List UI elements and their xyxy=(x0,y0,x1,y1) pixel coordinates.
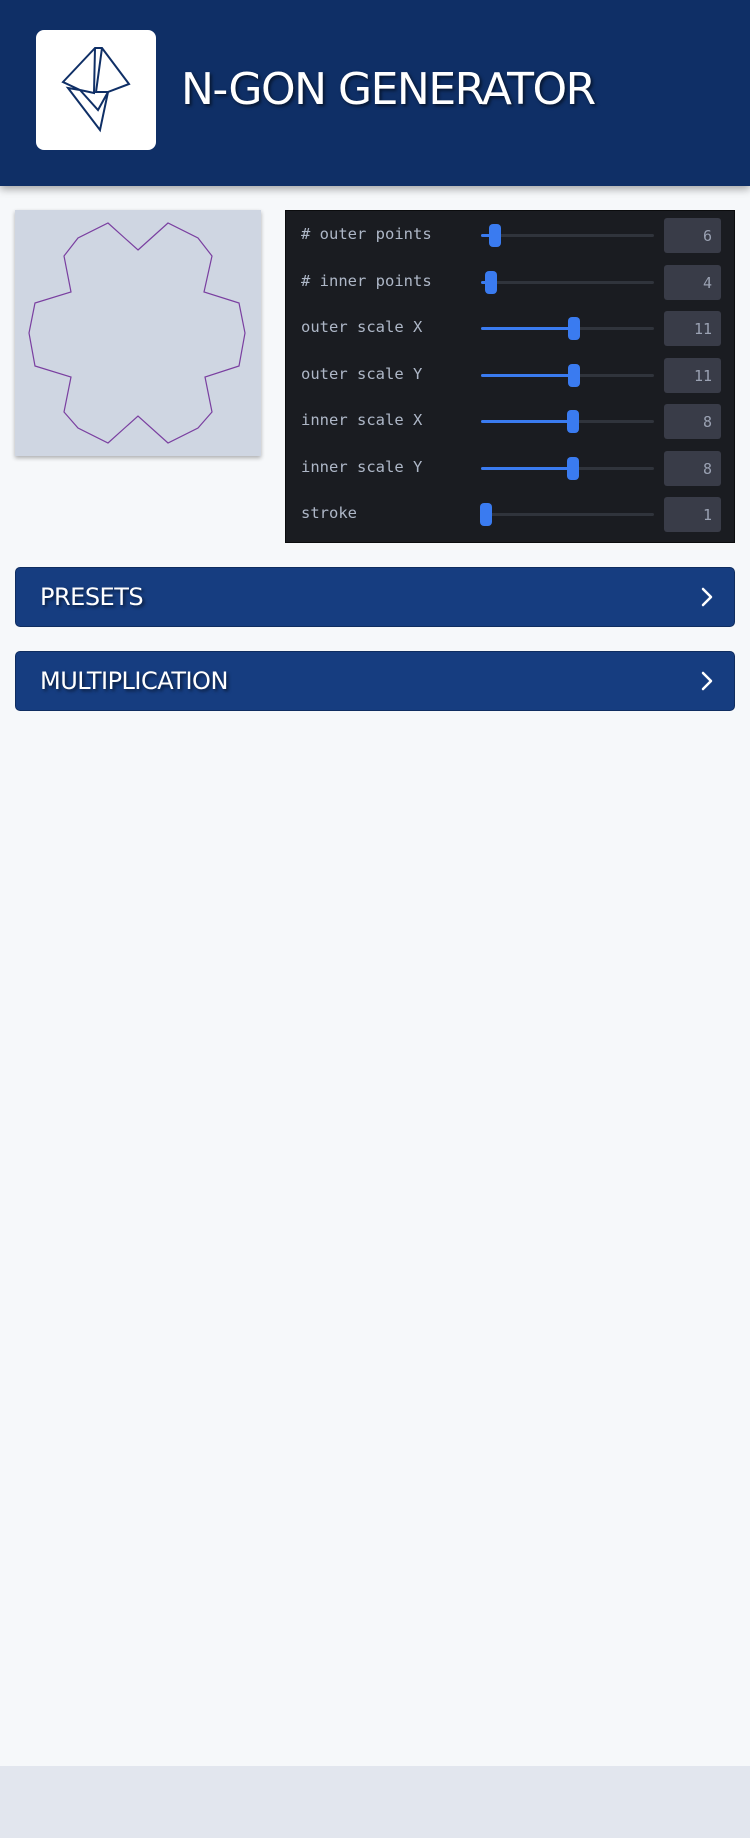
slider-fill xyxy=(481,420,569,423)
control-row: # outer points 6 xyxy=(286,217,734,253)
slider-fill xyxy=(481,327,571,330)
slider-fill xyxy=(481,466,569,470)
slider-track[interactable] xyxy=(481,513,654,516)
presets-label: PRESETS xyxy=(40,583,144,611)
slider-thumb[interactable] xyxy=(568,363,581,387)
multiplication-label: MULTIPLICATION xyxy=(40,667,228,695)
control-label: outer scale Y xyxy=(301,364,423,383)
control-label: # outer points xyxy=(301,225,432,243)
slider-thumb[interactable] xyxy=(566,410,579,433)
value-input[interactable]: 6 xyxy=(664,218,721,253)
shape-preview xyxy=(15,210,261,456)
presets-section-button[interactable]: PRESETS xyxy=(15,567,735,627)
control-row: stroke 1 xyxy=(286,496,734,532)
control-row: # inner points 4 xyxy=(286,264,734,300)
control-row: outer scale X 11 xyxy=(286,310,734,346)
slider-thumb[interactable] xyxy=(485,270,498,294)
star-logo-icon xyxy=(61,47,131,133)
app-header: N-GON GENERATOR xyxy=(0,0,750,186)
control-label: # inner points xyxy=(301,271,432,290)
chevron-right-icon xyxy=(701,587,713,607)
control-label: stroke xyxy=(301,504,357,522)
control-row: outer scale Y 11 xyxy=(286,357,734,393)
control-panel: # outer points 6 # inner points 4 outer scal… xyxy=(285,210,735,543)
ngon-shape xyxy=(28,222,246,444)
slider-thumb[interactable] xyxy=(480,503,493,526)
slider-thumb[interactable] xyxy=(566,456,579,480)
value-input[interactable]: 1 xyxy=(664,497,721,532)
value-input[interactable]: 11 xyxy=(664,357,721,393)
logo xyxy=(36,30,156,150)
slider-track[interactable] xyxy=(481,234,654,237)
slider-thumb[interactable] xyxy=(488,224,501,247)
slider-thumb[interactable] xyxy=(568,317,581,340)
control-label: outer scale X xyxy=(301,318,423,336)
control-label: inner scale Y xyxy=(301,457,423,476)
slider-fill xyxy=(481,373,571,377)
control-label: inner scale X xyxy=(301,411,423,429)
page-footer xyxy=(0,1766,750,1838)
value-input[interactable]: 8 xyxy=(664,404,721,439)
slider-track[interactable] xyxy=(481,280,654,284)
multiplication-section-button[interactable]: MULTIPLICATION xyxy=(15,651,735,711)
value-input[interactable]: 4 xyxy=(664,264,721,300)
value-input[interactable]: 8 xyxy=(664,450,721,486)
app-title: N-GON GENERATOR xyxy=(181,64,596,115)
control-row: inner scale X 8 xyxy=(286,403,734,439)
chevron-right-icon xyxy=(701,671,713,691)
value-input[interactable]: 11 xyxy=(664,311,721,346)
control-row: inner scale Y 8 xyxy=(286,450,734,486)
